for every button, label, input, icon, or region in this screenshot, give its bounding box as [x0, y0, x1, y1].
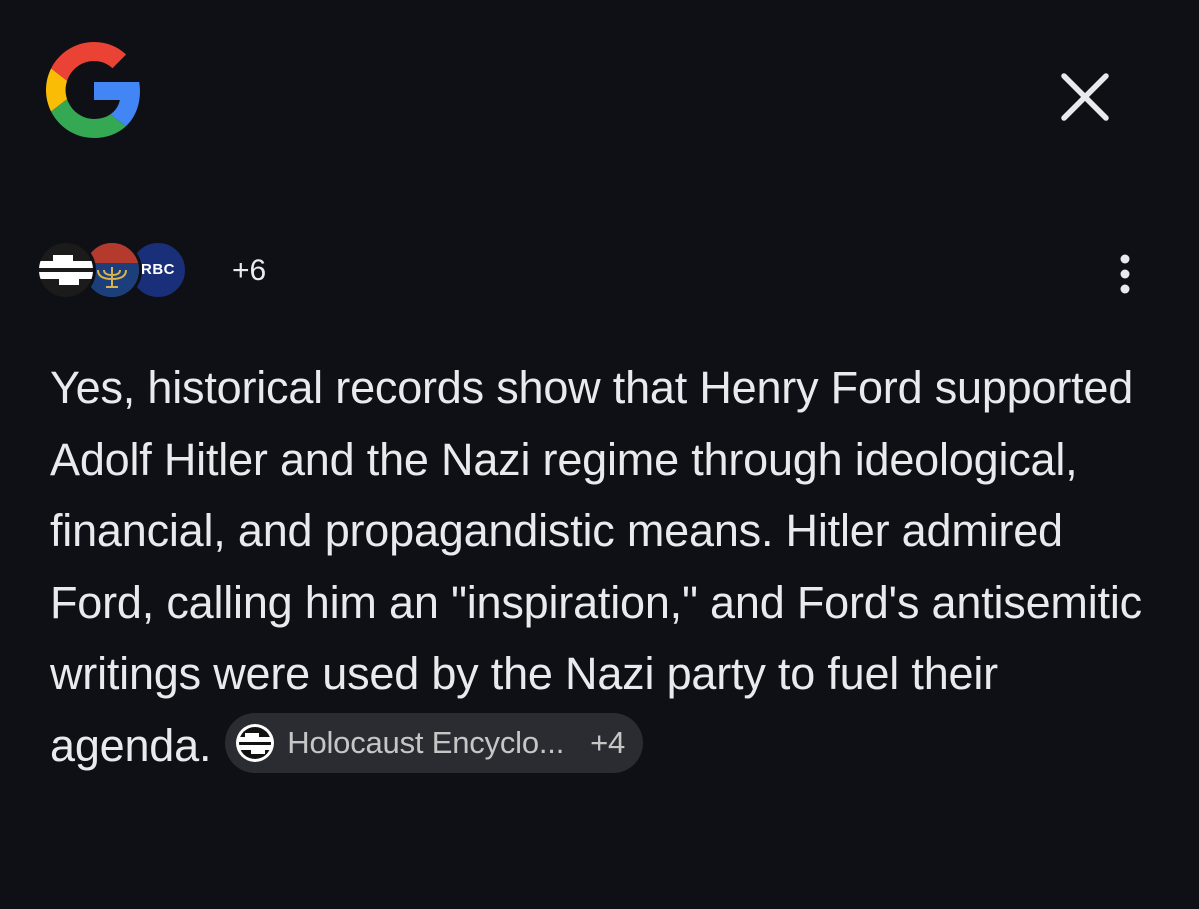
ai-answer-text: Yes, historical records show that Henry …	[50, 352, 1160, 781]
holocaust-encyclopedia-icon	[36, 240, 96, 300]
sources-row[interactable]: RBC +6	[36, 238, 266, 304]
nbc-label: RBC	[141, 261, 175, 278]
citation-chip[interactable]: Holocaust Encyclo... +4	[225, 712, 644, 773]
close-icon[interactable]	[1054, 66, 1116, 128]
citation-label: Holocaust Encyclo...	[287, 724, 565, 760]
sources-more-count[interactable]: +6	[232, 254, 266, 288]
google-logo-icon	[46, 42, 140, 138]
more-vert-icon[interactable]	[1108, 252, 1142, 296]
citation-more-count: +4	[590, 724, 626, 760]
holocaust-encyclopedia-icon	[236, 723, 275, 762]
source-avatars[interactable]: RBC	[36, 238, 188, 304]
